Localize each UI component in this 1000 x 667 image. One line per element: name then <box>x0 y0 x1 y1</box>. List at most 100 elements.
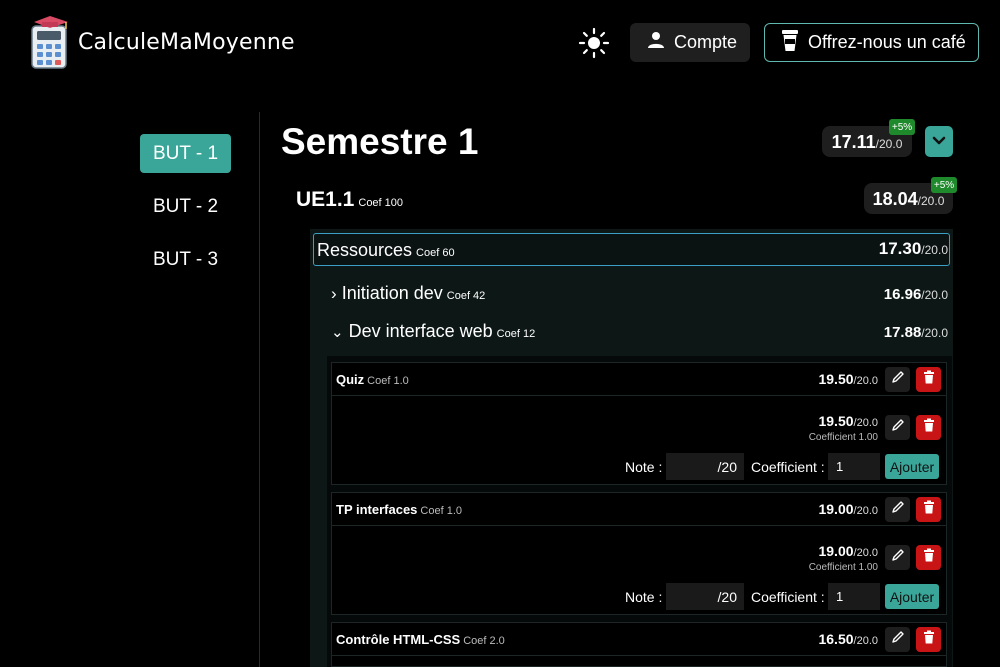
module-average-value: 16.96 <box>883 286 922 303</box>
semester-bonus-badge: +5% <box>889 119 915 135</box>
chevron-down-icon: ⌄ <box>331 324 344 341</box>
pencil-icon <box>891 370 905 389</box>
module-coef: Coef 12 <box>496 328 536 340</box>
coffee-cup-icon <box>781 28 799 57</box>
evaluation-score-max: /20.0 <box>853 635 878 647</box>
coefficient-label: Coefficient : <box>751 459 825 475</box>
delete-evaluation-button[interactable] <box>916 497 941 522</box>
evaluation-header: Contrôle HTML-CSS Coef 2.0 16.50/20.0 <box>332 623 946 656</box>
trash-icon <box>923 548 935 567</box>
grade-coefficient: Coefficient 1.00 <box>808 432 878 443</box>
evaluation-card: TP interfaces Coef 1.0 19.00/20.0 19.00/2… <box>331 492 947 615</box>
semester-average-max: /20.0 <box>875 137 903 151</box>
evaluation-name: TP interfaces Coef 1.0 <box>336 502 462 517</box>
evaluation-header: TP interfaces Coef 1.0 19.00/20.0 <box>332 493 946 526</box>
ue-title: UE1.1 Coef 100 <box>296 188 403 212</box>
sidebar-item-but-3[interactable]: BUT - 3 <box>140 240 231 279</box>
resources-average-value: 17.30 <box>878 239 922 258</box>
evaluation-score: 19.00/20.0 <box>818 501 878 517</box>
module-average-max: /20.0 <box>921 288 948 302</box>
grade-value: 19.00/20.0 <box>818 543 878 559</box>
user-icon <box>646 30 666 55</box>
module-row-initiation-dev[interactable]: › Initiation dev Coef 42 <box>331 283 485 304</box>
note-input[interactable]: /20 <box>666 583 744 610</box>
ue-bonus-badge: +5% <box>931 177 957 193</box>
evaluation-card: Quiz Coef 1.0 19.50/20.0 19.50/20.0 Coeff… <box>331 362 947 485</box>
evaluation-name: Contrôle HTML-CSS Coef 2.0 <box>336 632 505 647</box>
edit-evaluation-button[interactable] <box>885 627 910 652</box>
grade-coefficient: Coefficient 1.00 <box>808 562 878 573</box>
ue-average-max: /20.0 <box>917 194 945 208</box>
sidebar-item-but-1[interactable]: BUT - 1 <box>140 134 231 173</box>
semester-collapse-button[interactable] <box>925 126 953 157</box>
evaluation-coef: Coef 1.0 <box>367 375 409 387</box>
edit-grade-button[interactable] <box>885 545 910 570</box>
chevron-down-icon <box>932 133 946 151</box>
evaluation-name: Quiz Coef 1.0 <box>336 372 409 387</box>
trash-icon <box>923 630 935 649</box>
resources-coef: Coef 60 <box>416 247 455 259</box>
evaluation-header: Quiz Coef 1.0 19.50/20.0 <box>332 363 946 396</box>
grade-value: 19.50/20.0 <box>818 413 878 429</box>
module-average-value: 17.88 <box>883 324 922 341</box>
resources-title: Ressources Coef 60 <box>317 240 455 261</box>
edit-grade-button[interactable] <box>885 415 910 440</box>
semester-title: Semestre 1 <box>281 121 479 162</box>
account-label: Compte <box>674 32 738 52</box>
trash-icon <box>923 418 935 437</box>
module-coef: Coef 42 <box>446 290 486 302</box>
header: CalculeMaMoyenne Compte Offrez-nous un c… <box>0 0 1000 86</box>
module-name: Initiation dev <box>341 283 443 303</box>
app-title[interactable]: CalculeMaMoyenne <box>78 30 295 55</box>
evaluation-score: 19.50/20.0 <box>818 371 878 387</box>
evaluation-score-value: 19.50 <box>818 371 854 387</box>
add-grade-button[interactable]: Ajouter <box>885 584 939 609</box>
delete-evaluation-button[interactable] <box>916 627 941 652</box>
evaluation-score-max: /20.0 <box>853 505 878 517</box>
coefficient-input[interactable]: 1 <box>828 453 880 480</box>
evaluation-score-value: 16.50 <box>818 631 854 647</box>
module-average-max: /20.0 <box>921 326 948 340</box>
delete-grade-button[interactable] <box>916 415 941 440</box>
edit-evaluation-button[interactable] <box>885 367 910 392</box>
resources-title-text: Ressources <box>317 240 413 260</box>
trash-icon <box>923 500 935 519</box>
pencil-icon <box>891 548 905 567</box>
sidebar-divider <box>259 112 260 667</box>
grade-score: 19.50 <box>818 413 854 429</box>
edit-evaluation-button[interactable] <box>885 497 910 522</box>
calculator-logo-icon[interactable] <box>28 14 72 70</box>
delete-evaluation-button[interactable] <box>916 367 941 392</box>
module-average: 16.96/20.0 <box>884 286 948 303</box>
coffee-button[interactable]: Offrez-nous un café <box>764 23 979 62</box>
coefficient-label: Coefficient : <box>751 589 825 605</box>
evaluation-card: Contrôle HTML-CSS Coef 2.0 16.50/20.0 <box>331 622 947 667</box>
note-label: Note : <box>625 589 663 605</box>
pencil-icon <box>891 418 905 437</box>
pencil-icon <box>891 630 905 649</box>
evaluation-name-text: TP interfaces <box>336 502 418 517</box>
resources-average-max: /20.0 <box>921 243 948 257</box>
grade-max: /20.0 <box>853 417 878 429</box>
delete-grade-button[interactable] <box>916 545 941 570</box>
coffee-label: Offrez-nous un café <box>808 32 966 52</box>
trash-icon <box>923 370 935 389</box>
chevron-right-icon: › <box>331 284 337 303</box>
semester-average-value: 17.11 <box>831 132 876 152</box>
evaluation-name-text: Contrôle HTML-CSS <box>336 632 461 647</box>
sun-theme-toggle-icon[interactable] <box>578 27 610 59</box>
sidebar-item-but-2[interactable]: BUT - 2 <box>140 187 231 226</box>
resources-average: 17.30/20.0 <box>879 239 948 259</box>
module-row-dev-interface-web[interactable]: ⌄ Dev interface web Coef 12 <box>331 321 535 342</box>
module-average: 17.88/20.0 <box>884 324 948 341</box>
add-grade-button[interactable]: Ajouter <box>885 454 939 479</box>
note-input[interactable]: /20 <box>666 453 744 480</box>
note-label: Note : <box>625 459 663 475</box>
ue-average-value: 18.04 <box>872 189 918 209</box>
coefficient-input[interactable]: 1 <box>828 583 880 610</box>
evaluation-score-value: 19.00 <box>818 501 854 517</box>
ue-coef: Coef 100 <box>358 197 404 209</box>
grade-max: /20.0 <box>853 547 878 559</box>
module-name: Dev interface web <box>348 321 493 341</box>
account-button[interactable]: Compte <box>630 23 750 62</box>
